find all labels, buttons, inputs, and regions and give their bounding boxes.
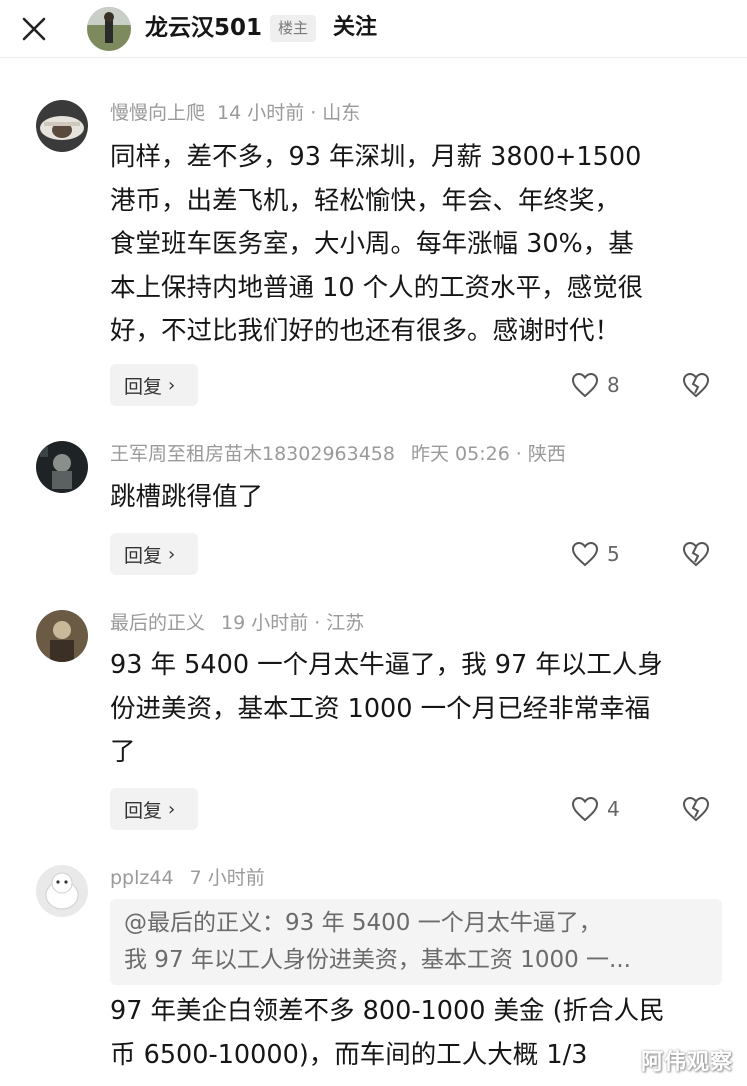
quoted-text-line: 我 97 年以工人身份进美资，基本工资 1000 一... <box>124 947 631 973</box>
op-username[interactable]: 龙云汉501 <box>145 13 262 43</box>
reply-button[interactable]: 回复 › <box>110 364 198 406</box>
like-button[interactable]: 8 <box>571 364 631 406</box>
like-button[interactable]: 4 <box>571 788 631 830</box>
close-icon <box>22 17 46 41</box>
avatar[interactable] <box>36 441 88 493</box>
like-button[interactable]: 5 <box>571 533 631 575</box>
close-button[interactable] <box>14 9 54 49</box>
chevron-right-icon: › <box>168 798 176 820</box>
broken-heart-icon <box>682 796 710 822</box>
like-count: 5 <box>607 542 620 566</box>
comment-username[interactable]: 慢慢向上爬 <box>110 102 205 124</box>
comment-meta: 最后的正义 19 小时前 · 江苏 <box>110 612 365 634</box>
watermark: 阿伟观察 <box>640 1050 733 1075</box>
broken-heart-icon <box>682 541 710 567</box>
reply-button[interactable]: 回复 › <box>110 533 198 575</box>
comment-text: 同样，差不多，93 年深圳，月薪 3800+1500 港币，出差飞机，轻松愉快，… <box>110 142 644 346</box>
comment-location: 山东 <box>322 102 361 124</box>
dislike-button[interactable] <box>679 364 713 406</box>
reply-label: 回复 <box>124 544 163 567</box>
op-badge: 楼主 <box>270 15 317 42</box>
comment-time: 7 小时前 <box>189 867 265 889</box>
reply-label: 回复 <box>124 375 163 398</box>
follow-button[interactable]: 关注 <box>333 13 377 43</box>
comment-text: 97 年美企白领差不多 800-1000 美金 (折合人民 币 6500-100… <box>110 996 665 1070</box>
comment-location: 江苏 <box>326 612 365 634</box>
avatar[interactable] <box>36 100 88 152</box>
broken-heart-icon <box>682 372 710 398</box>
chevron-right-icon: › <box>168 543 176 565</box>
avatar[interactable] <box>36 610 88 662</box>
comment-location: 陕西 <box>527 443 566 465</box>
top-bar: 龙云汉501 楼主 关注 <box>0 0 747 58</box>
chevron-right-icon: › <box>168 374 176 396</box>
reply-button[interactable]: 回复 › <box>110 788 198 830</box>
reply-label: 回复 <box>124 799 163 822</box>
comment-text: 跳槽跳得值了 <box>110 482 264 512</box>
quoted-comment[interactable]: @最后的正义：93 年 5400 一个月太牛逼了， 我 97 年以工人身份进美资… <box>110 899 722 985</box>
like-count: 4 <box>607 797 620 821</box>
op-avatar[interactable] <box>87 7 131 51</box>
comment-meta: 慢慢向上爬 14 小时前 · 山东 <box>110 102 361 124</box>
avatar[interactable] <box>36 865 88 917</box>
quoted-text-line: @最后的正义：93 年 5400 一个月太牛逼了， <box>124 910 602 936</box>
heart-icon <box>571 541 599 567</box>
comment-text: 93 年 5400 一个月太牛逼了，我 97 年以工人身 份进美资，基本工资 1… <box>110 650 663 767</box>
comment-meta: pplz44 7 小时前 <box>110 865 265 891</box>
comment-username[interactable]: 最后的正义 <box>110 612 205 634</box>
comment-time: 19 小时前 <box>221 612 309 634</box>
comment-meta: 王军周至租房苗木18302963458 昨天 05:26 · 陕西 <box>110 443 566 465</box>
comment-username[interactable]: pplz44 <box>110 867 174 889</box>
dislike-button[interactable] <box>679 533 713 575</box>
comment-time: 昨天 05:26 <box>410 443 510 465</box>
like-count: 8 <box>607 373 620 397</box>
dislike-button[interactable] <box>679 788 713 830</box>
heart-icon <box>571 372 599 398</box>
heart-icon <box>571 796 599 822</box>
comment-time: 14 小时前 <box>217 102 305 124</box>
comment-username[interactable]: 王军周至租房苗木18302963458 <box>110 443 395 465</box>
